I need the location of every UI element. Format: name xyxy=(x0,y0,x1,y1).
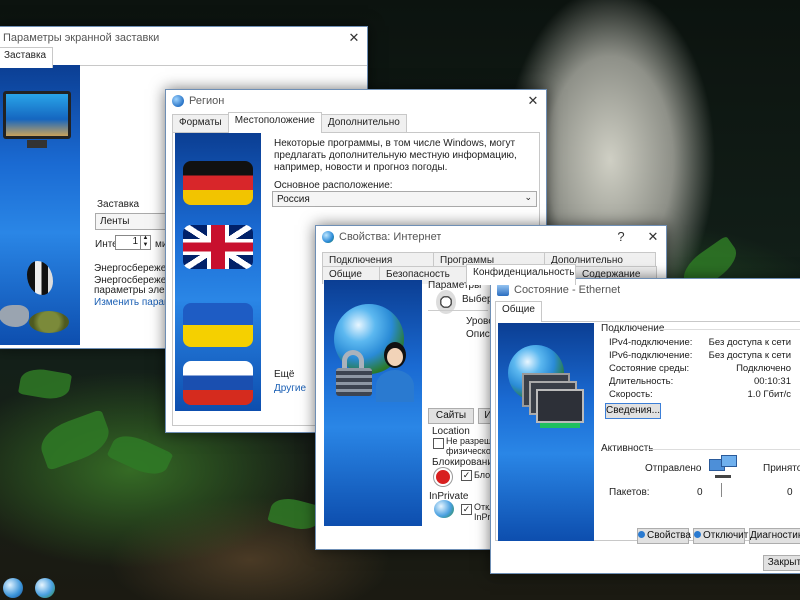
ethernet-side-panel xyxy=(498,323,594,541)
row-value: Без доступа к сети xyxy=(708,350,791,361)
internet-titlebar[interactable]: Свойства: Интернет ? ✕ xyxy=(316,226,666,248)
others-link[interactable]: Другие xyxy=(274,383,306,394)
more-label: Ещё xyxy=(274,369,295,380)
ethernet-status-window: Состояние - Ethernet Общие Подключение I… xyxy=(490,278,800,574)
sent-label: Отправлено xyxy=(645,463,702,474)
connection-group-label: Подключение xyxy=(601,323,665,334)
properties-label: Свойства xyxy=(647,530,691,541)
help-icon[interactable]: ? xyxy=(612,228,630,246)
ie-globe-icon[interactable] xyxy=(35,578,55,598)
tab-screensaver[interactable]: Заставка xyxy=(0,47,54,68)
info-row: IPv4-подключение: Без доступа к сети xyxy=(609,337,791,349)
chevron-down-icon: ⌄ xyxy=(524,192,532,202)
privacy-panel xyxy=(324,280,422,526)
globe-icon xyxy=(172,95,184,107)
shield-icon xyxy=(638,531,645,538)
ie-globe-icon xyxy=(322,231,334,243)
region-description: Некоторые программы, в том числе Windows… xyxy=(274,138,517,173)
network-icon xyxy=(497,284,509,296)
row-label: IPv6-подключение: xyxy=(609,350,693,361)
inprivate-checkbox[interactable]: ✓ xyxy=(461,504,472,515)
popup-checkbox[interactable]: ✓ xyxy=(461,470,472,481)
row-label: IPv4-подключение: xyxy=(609,337,693,348)
tab-advanced[interactable]: Дополнительно xyxy=(320,114,407,132)
sites-button[interactable]: Сайты xyxy=(428,408,474,424)
received-label: Принято xyxy=(763,463,800,474)
network-activity-icon xyxy=(709,455,737,483)
screensaver-select-value: Ленты xyxy=(100,216,130,227)
info-row: Состояние среды: Подключено xyxy=(609,363,791,375)
row-label: Состояние среды: xyxy=(609,363,690,374)
window-title: Состояние - Ethernet xyxy=(514,284,621,296)
location-label: Основное расположение: xyxy=(274,180,393,191)
tab-location[interactable]: Местоположение xyxy=(227,112,322,133)
screensaver-titlebar[interactable]: Параметры экранной заставки ✕ xyxy=(0,27,367,49)
ukraine-flag-icon xyxy=(183,303,253,347)
monitor-icon xyxy=(3,91,71,139)
disable-label: Отключить xyxy=(703,530,754,541)
region-titlebar[interactable]: Регион ✕ xyxy=(166,90,546,112)
activity-divider xyxy=(721,483,722,497)
row-value: 1.0 Гбит/с xyxy=(747,389,791,400)
fish-icon xyxy=(27,261,53,295)
tab-formats[interactable]: Форматы xyxy=(172,114,229,132)
padlock-icon xyxy=(336,350,372,396)
preview-panel xyxy=(0,65,80,345)
shield-icon xyxy=(694,531,701,538)
row-label: Длительность: xyxy=(609,376,674,387)
uk-flag-icon xyxy=(183,225,253,269)
window-title: Регион xyxy=(189,95,225,107)
close-button[interactable]: Закрыть xyxy=(763,555,800,571)
row-value: Подключено xyxy=(736,363,791,374)
location-select[interactable]: Россия ⌄ xyxy=(272,191,537,207)
turtle-icon xyxy=(29,311,69,333)
info-row: IPv6-подключение: Без доступа к сети xyxy=(609,350,791,362)
screensaver-group-label: Заставка xyxy=(97,199,140,210)
window-title: Параметры экранной заставки xyxy=(3,32,160,44)
packets-label: Пакетов: xyxy=(609,487,650,498)
screensaver-select[interactable]: Ленты xyxy=(95,213,167,230)
row-value: 00:10:31 xyxy=(754,376,791,387)
shark-icon xyxy=(0,305,29,327)
person-icon xyxy=(374,342,414,402)
row-value: Без доступа к сети xyxy=(708,337,791,348)
no-entry-icon xyxy=(434,468,452,486)
close-icon[interactable]: ✕ xyxy=(524,92,542,110)
flags-panel xyxy=(175,133,261,411)
packets-received: 0 xyxy=(787,487,793,498)
close-icon[interactable]: ✕ xyxy=(644,228,662,246)
properties-button[interactable]: Свойства xyxy=(637,528,691,544)
packets-sent: 0 xyxy=(697,487,703,498)
activity-group-label: Активность xyxy=(601,443,654,454)
inprivate-icon xyxy=(434,500,454,518)
russia-flag-icon xyxy=(183,361,253,405)
germany-flag-icon xyxy=(183,161,253,205)
window-title: Свойства: Интернет xyxy=(339,231,442,243)
network-icon[interactable] xyxy=(3,578,23,598)
info-row: Скорость: 1.0 Гбит/с xyxy=(609,389,791,401)
tab-general[interactable]: Общие xyxy=(495,301,542,322)
disable-button[interactable]: Отключить xyxy=(693,528,754,544)
interval-spinner[interactable]: ▲ ▼ xyxy=(140,235,150,250)
diagnose-button[interactable]: Диагностика xyxy=(749,528,800,544)
location-checkbox[interactable] xyxy=(433,438,444,449)
close-icon[interactable]: ✕ xyxy=(345,29,363,47)
tab-privacy[interactable]: Конфиденциальность xyxy=(466,264,576,285)
row-label: Скорость: xyxy=(609,389,653,400)
location-select-value: Россия xyxy=(277,194,310,205)
details-button[interactable]: Сведения... xyxy=(605,403,661,419)
info-row: Длительность: 00:10:31 xyxy=(609,376,791,388)
interval-value: 1 xyxy=(132,236,138,247)
computer-stack-icon xyxy=(522,373,584,429)
